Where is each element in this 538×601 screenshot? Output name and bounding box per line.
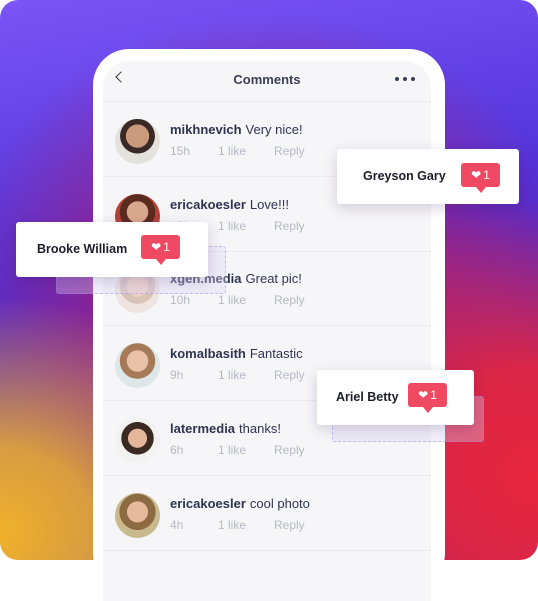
more-options-icon[interactable] [395, 77, 415, 81]
comment-text: Very nice! [245, 122, 303, 137]
comment-time: 9h [170, 368, 184, 382]
reply-link[interactable]: Reply [274, 443, 305, 457]
page-title: Comments [233, 72, 301, 87]
comment-time: 4h [170, 518, 184, 532]
comment-likes[interactable]: 1 like [218, 368, 274, 382]
like-count: 1 [430, 388, 437, 402]
like-badge: ❤ 1 [408, 383, 447, 413]
liker-name: Ariel Betty [336, 390, 399, 404]
heart-icon: ❤ [418, 388, 429, 402]
like-count: 1 [483, 168, 490, 182]
like-card: Ariel Betty ❤ 1 [317, 370, 474, 425]
avatar[interactable] [115, 493, 160, 538]
reply-link[interactable]: Reply [274, 219, 305, 233]
top-bar: Comments [103, 61, 431, 102]
comment-text: cool photo [249, 496, 310, 511]
comment-time: 6h [170, 443, 184, 457]
comment-time: 10h [170, 293, 191, 307]
avatar[interactable] [115, 418, 160, 463]
comment-likes[interactable]: 1 like [218, 518, 274, 532]
comment-username[interactable]: ericakoesler [170, 496, 246, 511]
like-count: 1 [163, 240, 170, 254]
comment-likes[interactable]: 1 like [218, 144, 274, 158]
comment-text: thanks! [239, 421, 281, 436]
reply-link[interactable]: Reply [274, 368, 305, 382]
liker-name: Brooke William [37, 242, 128, 256]
comment-username[interactable]: mikhnevich [170, 122, 242, 137]
like-badge: ❤ 1 [141, 235, 180, 265]
comment-text: Love!!! [249, 197, 289, 212]
heart-icon: ❤ [471, 168, 482, 182]
like-card: Brooke William ❤ 1 [16, 222, 208, 277]
phone-frame: Comments mikhnevich Very nice! 15h 1 like R… [93, 49, 445, 601]
comment-time: 15h [170, 144, 191, 158]
avatar[interactable] [115, 343, 160, 388]
like-card: Greyson Gary ❤ 1 [337, 149, 519, 204]
reply-link[interactable]: Reply [274, 144, 305, 158]
like-badge: ❤ 1 [461, 163, 500, 193]
reply-link[interactable]: Reply [274, 518, 305, 532]
comment-username[interactable]: latermedia [170, 421, 235, 436]
comment-username[interactable]: ericakoesler [170, 197, 246, 212]
comment-likes[interactable]: 1 like [218, 443, 274, 457]
liker-name: Greyson Gary [363, 169, 446, 183]
comment-likes[interactable]: 1 like [218, 293, 274, 307]
comment-likes[interactable]: 1 like [218, 219, 274, 233]
comment-row: ericakoesler cool photo 4h 1 like Reply [103, 476, 431, 551]
avatar[interactable] [115, 119, 160, 164]
comment-username[interactable]: komalbasith [170, 346, 246, 361]
reply-link[interactable]: Reply [274, 293, 305, 307]
heart-icon: ❤ [151, 240, 162, 254]
comments-screen: Comments mikhnevich Very nice! 15h 1 like R… [103, 61, 431, 601]
comment-text: Fantastic [249, 346, 303, 361]
comment-text: Great pic! [245, 271, 302, 286]
